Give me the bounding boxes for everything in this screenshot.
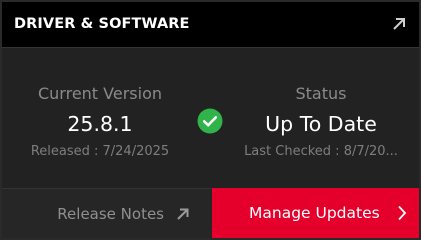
driver-software-panel: DRIVER & SOFTWARE Current Version 25.8.1… [2,2,419,238]
release-notes-label: Release Notes [57,205,164,223]
status-section: Status Up To Date Last Checked : 8/7/20.… [228,2,414,188]
manage-updates-label: Manage Updates [249,204,380,222]
manage-updates-button[interactable]: Manage Updates [212,188,419,238]
arrow-up-right-icon [177,208,189,220]
current-version-value: 25.8.1 [67,112,133,136]
status-value: Up To Date [265,112,377,136]
release-notes-button[interactable]: Release Notes [2,188,212,238]
current-version-section: Current Version 25.8.1 Released : 7/24/2… [2,2,198,188]
panel-footer: Release Notes Manage Updates [2,188,419,238]
status-label: Status [295,84,347,103]
released-date: Released : 7/24/2025 [30,144,170,159]
check-circle-icon [197,108,223,134]
chevron-right-icon [398,205,407,221]
last-checked: Last Checked : 8/7/20... [244,144,398,159]
current-version-label: Current Version [37,84,162,103]
